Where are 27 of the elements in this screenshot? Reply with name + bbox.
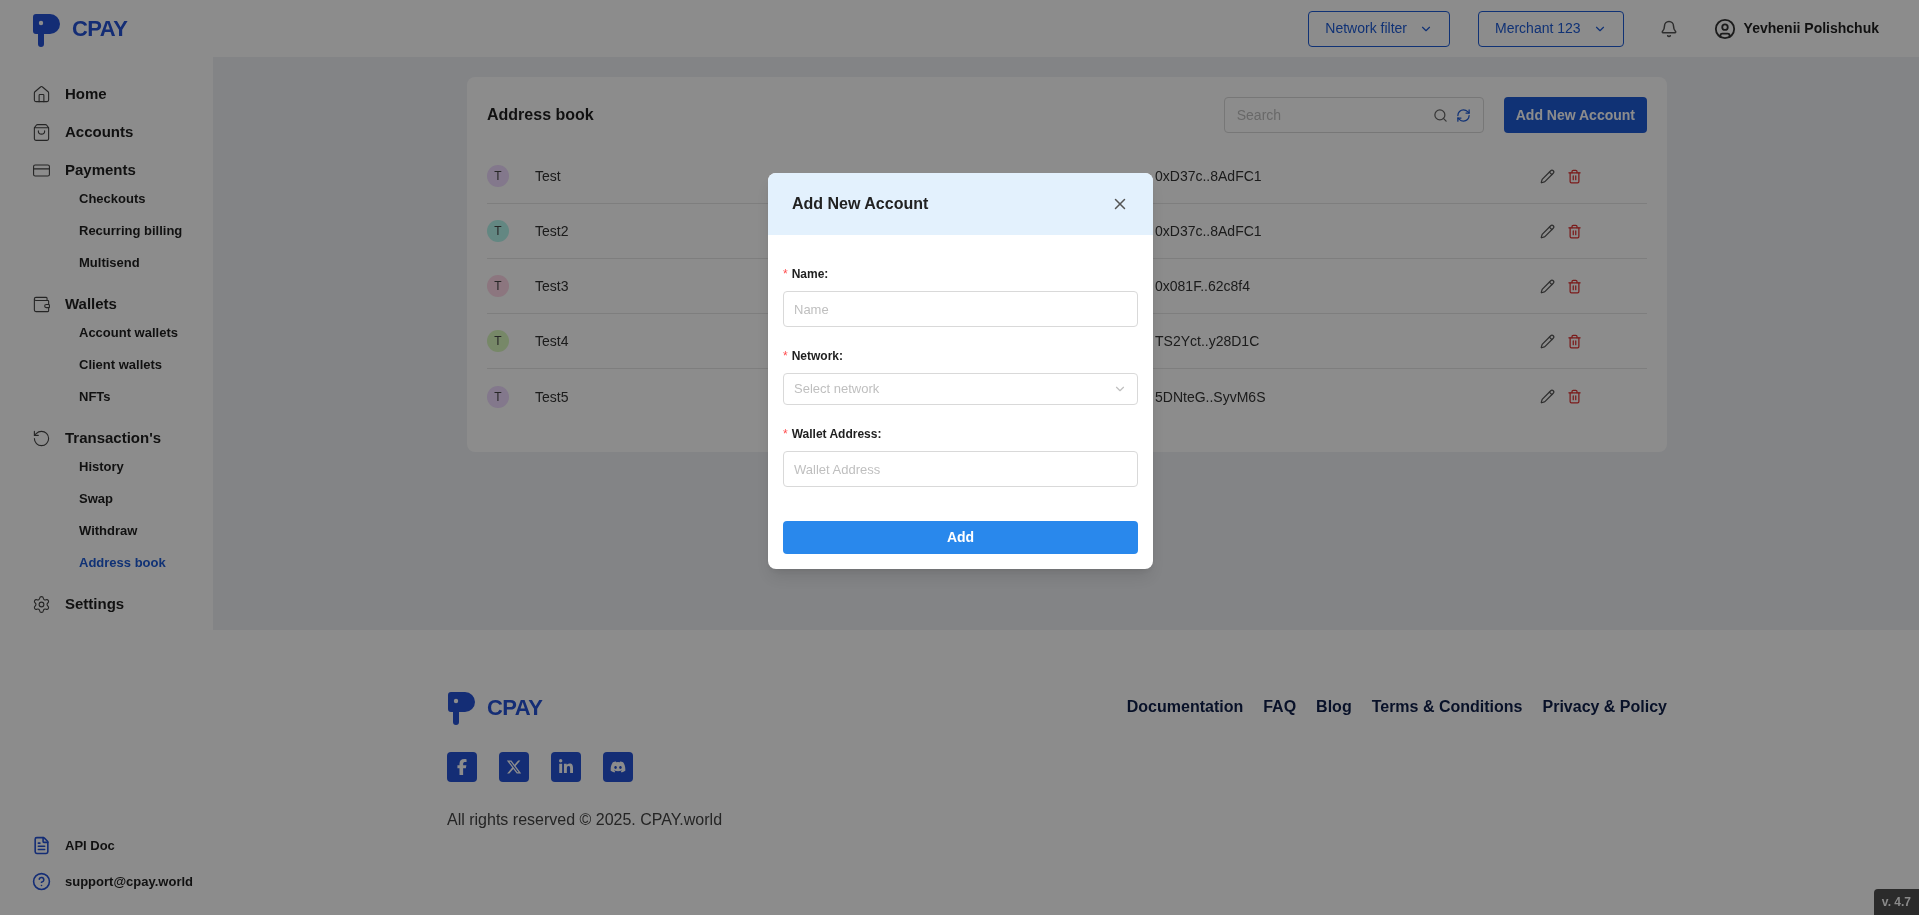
required-mark: * xyxy=(783,348,788,365)
field-label: Network: xyxy=(791,348,843,365)
avatar: T xyxy=(487,220,509,242)
footer-logo-text: CPAY xyxy=(487,693,543,722)
dialog-title: Add New Account xyxy=(792,194,929,214)
account-name: Test2 xyxy=(535,223,569,239)
avatar: T xyxy=(487,385,509,408)
wallet-address: 0x081F..62c8f4 xyxy=(1155,278,1250,294)
account-name: Test3 xyxy=(535,278,569,294)
required-mark: * xyxy=(783,426,788,443)
account-name: Test5 xyxy=(535,388,569,405)
account-name: Test4 xyxy=(535,333,569,349)
avatar: T xyxy=(487,275,509,297)
copyright-text: All rights reserved © 2025. CPAY.world xyxy=(447,810,724,830)
wallet-address: 5DNteG..SyvM6S xyxy=(1155,388,1266,405)
avatar: T xyxy=(487,165,509,187)
wallet-address: 0xD37c..8AdFC1 xyxy=(1155,223,1262,239)
field-label: Name: xyxy=(791,266,829,283)
account-name: Test xyxy=(535,168,561,184)
wallet-address: 0xD37c..8AdFC1 xyxy=(1155,168,1262,184)
field-label: Wallet Address: xyxy=(791,426,882,443)
logo-text: CPAY xyxy=(72,15,128,43)
version-badge: v. 4.7 xyxy=(1873,889,1919,915)
required-mark: * xyxy=(783,266,788,283)
wallet-address: TS2Yct..y28D1C xyxy=(1155,333,1260,349)
card-title: Address book xyxy=(487,105,594,125)
avatar: T xyxy=(487,330,509,352)
